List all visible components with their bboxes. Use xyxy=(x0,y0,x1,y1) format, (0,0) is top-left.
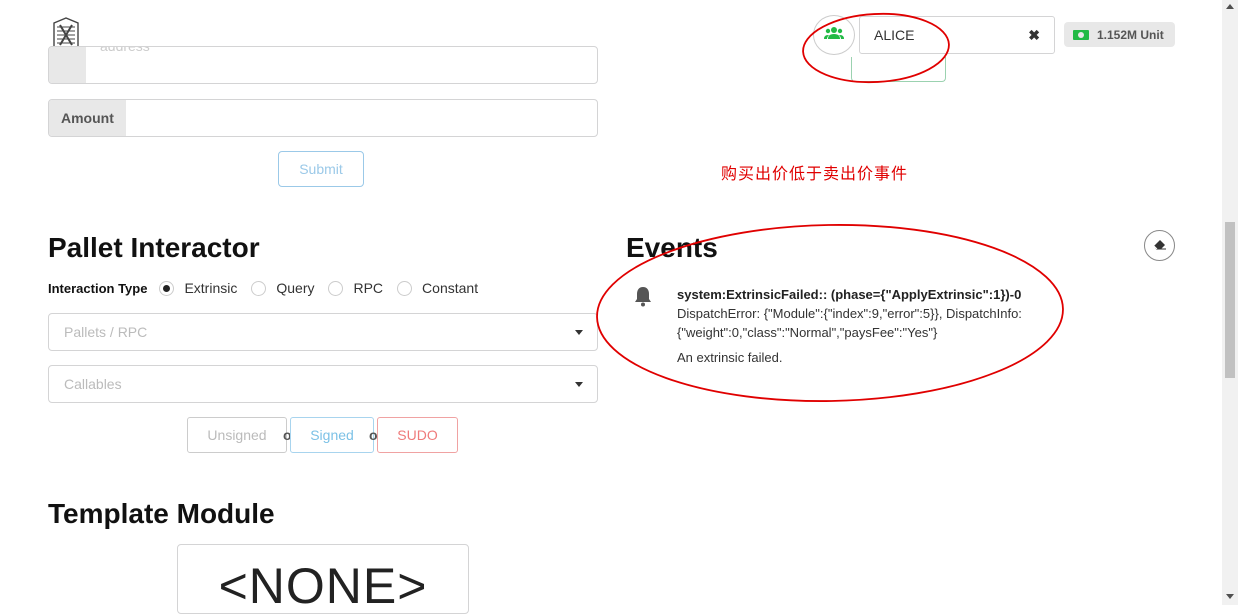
radio-dot[interactable] xyxy=(251,280,267,296)
annotation-text: 购买出价低于卖出价事件 xyxy=(721,166,909,183)
amount-field[interactable]: Amount xyxy=(48,99,598,137)
radio-label: RPC xyxy=(353,280,384,296)
radio-dot[interactable] xyxy=(397,280,413,296)
dropdown-caret-icon xyxy=(575,381,583,387)
clear-events-button[interactable] xyxy=(1144,230,1175,261)
balance-badge: 1.152M Unit xyxy=(1064,22,1175,47)
amount-label: Amount xyxy=(49,100,126,136)
interaction-type-label: Interaction Type xyxy=(48,280,148,296)
address-field[interactable]: address xyxy=(48,46,598,84)
address-label-fragment xyxy=(49,47,86,83)
scroll-down-arrow-icon[interactable] xyxy=(1226,594,1234,599)
scroll-up-arrow-icon[interactable] xyxy=(1226,4,1234,9)
account-name: ALICE xyxy=(874,27,915,43)
account-dropdown[interactable]: ALICE ✖ xyxy=(859,16,1055,54)
scrollbar-thumb[interactable] xyxy=(1225,222,1235,378)
radio-constant[interactable]: Constant xyxy=(397,280,478,296)
sudo-button[interactable]: SUDO xyxy=(377,417,458,453)
callables-select[interactable]: Callables xyxy=(48,365,598,403)
dropdown-caret-icon xyxy=(575,329,583,335)
event-description: An extrinsic failed. xyxy=(677,350,783,365)
radio-label: Constant xyxy=(422,280,479,296)
money-bill-icon xyxy=(1073,29,1089,40)
users-icon xyxy=(824,26,844,45)
event-header: system:ExtrinsicFailed:: (phase={"ApplyE… xyxy=(677,287,1022,302)
radio-dot[interactable] xyxy=(159,280,175,296)
address-input[interactable]: address xyxy=(86,47,597,83)
signed-button[interactable]: Signed xyxy=(290,417,374,453)
pallet-interactor-title: Pallet Interactor xyxy=(48,232,260,263)
eraser-icon xyxy=(1153,237,1167,255)
callables-placeholder: Callables xyxy=(64,376,122,392)
radio-dot[interactable] xyxy=(328,280,344,296)
radio-rpc[interactable]: RPC xyxy=(328,280,383,296)
radio-extrinsic[interactable]: Extrinsic xyxy=(159,280,237,296)
template-module-title: Template Module xyxy=(48,498,275,529)
event-detail: DispatchError: {"Module":{"index":9,"err… xyxy=(677,306,1022,340)
submit-button[interactable]: Submit xyxy=(278,151,364,187)
amount-input[interactable] xyxy=(126,100,597,136)
connect-button-fragment xyxy=(851,57,946,82)
balance-value: 1.152M Unit xyxy=(1097,27,1164,42)
account-selector-button[interactable] xyxy=(813,15,855,55)
bell-icon xyxy=(632,285,654,312)
interaction-type-group: Interaction Type Extrinsic Query RPC Con… xyxy=(48,280,492,296)
radio-label: Query xyxy=(276,280,315,296)
radio-query[interactable]: Query xyxy=(251,280,314,296)
pallets-placeholder: Pallets / RPC xyxy=(64,324,148,340)
unsigned-button[interactable]: Unsigned xyxy=(187,417,287,453)
template-module-value-box: <NONE> xyxy=(177,544,469,614)
radio-label: Extrinsic xyxy=(184,280,238,296)
clear-icon[interactable]: ✖ xyxy=(1028,27,1040,44)
pallets-select[interactable]: Pallets / RPC xyxy=(48,313,598,351)
events-title: Events xyxy=(626,232,718,263)
